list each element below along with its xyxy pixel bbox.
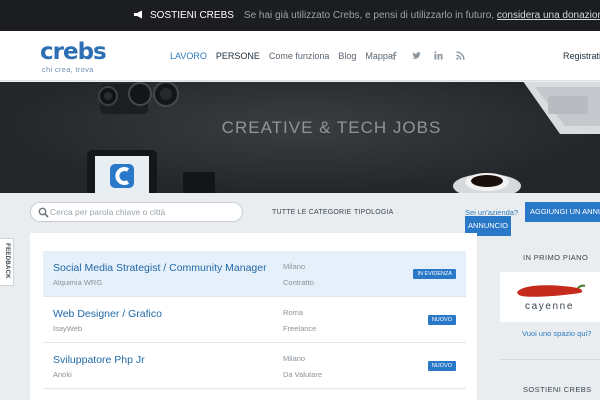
chili-pepper-image [517, 284, 586, 297]
job-city: Roma [283, 308, 304, 317]
add-listing-label: AGGIUNGI UN ANNUNCIO [530, 207, 600, 216]
social-links [390, 51, 465, 60]
job-company: Anoki [53, 370, 72, 379]
type-filter[interactable]: TIPOLOGIA [354, 209, 394, 216]
job-title[interactable]: Sviluppatore Php Jr [53, 354, 145, 366]
hero-title: CREATIVE & TECH JOBS [221, 118, 442, 137]
site-header: crebs chi crea, trova LAVORO PERSONE Com… [0, 31, 600, 81]
search-icon [38, 207, 49, 218]
linkedin-icon[interactable] [434, 51, 443, 60]
facebook-icon[interactable] [390, 51, 399, 60]
crebs-logo[interactable]: crebs chi crea, trova [40, 39, 107, 78]
new-badge: NUOVO [427, 361, 456, 371]
nav-come-funziona[interactable]: Come funziona [269, 51, 330, 61]
new-badge: NUOVO [427, 315, 456, 325]
job-company: IsayWeb [53, 324, 83, 333]
search-box [30, 202, 243, 222]
job-city: Milano [283, 354, 306, 363]
camera-image [98, 82, 179, 114]
nav-mappa[interactable]: Mappa [365, 51, 393, 61]
job-list: Social Media Strategist / Community Mana… [30, 233, 477, 400]
nav-blog[interactable]: Blog [338, 51, 356, 61]
hero-banner: CREATIVE & TECH JOBS [0, 82, 600, 193]
sidebar-divider [500, 359, 600, 360]
feedback-tab[interactable]: FEEDBACK [0, 238, 14, 286]
featured-heading: IN PRIMO PIANO [523, 253, 589, 262]
add-listing-button[interactable]: AGGIUNGI UN ANNUNCIO [525, 202, 600, 222]
job-title[interactable]: Web Designer / Grafico [53, 308, 162, 320]
job-company: Alquimia WRG [53, 278, 103, 287]
sponsor-box[interactable]: cayenne [500, 272, 600, 322]
sponsor-space-link[interactable]: Vuoi uno spazio qui? [522, 329, 591, 338]
job-type: Freelance [283, 324, 317, 333]
twitter-icon[interactable] [412, 51, 421, 60]
sponsor-name: cayenne [525, 301, 575, 312]
nav-lavoro[interactable]: LAVORO [170, 51, 207, 61]
job-type: Contratto [283, 278, 314, 287]
support-heading: SOSTIENI CREBS [523, 385, 592, 394]
coffee-cup-image [453, 173, 521, 193]
logo-wordmark: crebs [40, 39, 107, 65]
nav-persone[interactable]: PERSONE [216, 51, 260, 61]
job-title[interactable]: Social Media Strategist / Community Mana… [53, 262, 267, 274]
rss-icon[interactable] [456, 51, 465, 60]
sidebar: IN PRIMO PIANO cayenne Vuoi uno spazio q… [500, 233, 600, 400]
feedback-label: FEEDBACK [4, 243, 10, 279]
logo-tagline: chi crea, trova [42, 65, 94, 74]
add-listing-overflow-label: ANNUNCIO [467, 221, 508, 230]
notebook-image [183, 172, 215, 193]
job-row[interactable]: Social Media Strategist / Community Mana… [43, 251, 466, 297]
job-row[interactable]: Sviluppatore Php Jr Anoki Milano Da Valu… [43, 343, 466, 389]
job-type: Da Valutare [283, 370, 323, 379]
categories-filter[interactable]: TUTTE LE CATEGORIE [272, 209, 351, 216]
job-row[interactable]: Web Designer / Grafico IsayWeb Roma Free… [43, 297, 466, 343]
main-nav: LAVORO PERSONE Come funziona Blog Mappa [170, 31, 402, 81]
register-link[interactable]: Registrati [563, 51, 600, 61]
banner-label: SOSTIENI CREBS [150, 10, 234, 21]
megaphone-icon [134, 10, 142, 19]
featured-badge: IN EVIDENZA [413, 269, 456, 279]
job-city: Milano [283, 262, 306, 271]
donation-link[interactable]: considera una donazione [497, 10, 600, 21]
top-banner: SOSTIENI CREBS Se hai già utilizzato Creb… [0, 0, 600, 31]
tablet-image [87, 150, 157, 193]
search-input[interactable] [50, 204, 235, 220]
banner-message: Se hai già utilizzato Crebs, e pensi di … [243, 10, 495, 21]
